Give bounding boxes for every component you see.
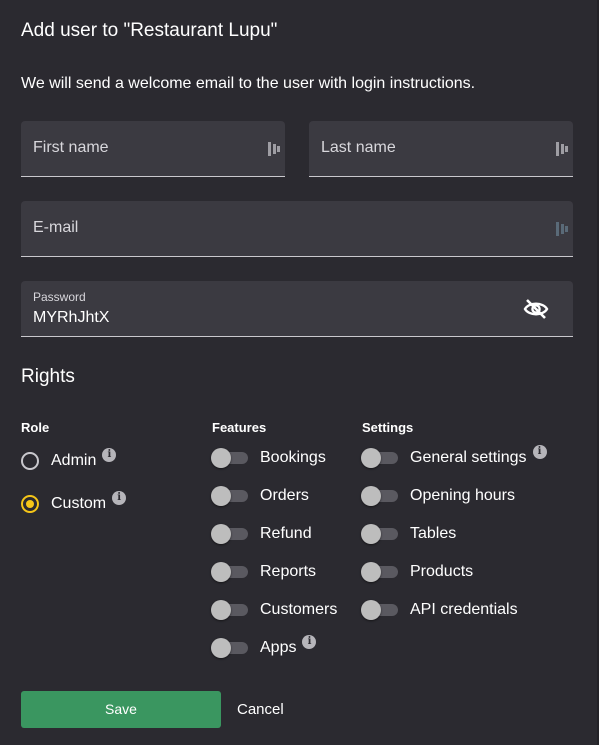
orders-label: Orders	[260, 487, 309, 504]
first-name-placeholder: First name	[33, 139, 109, 156]
customers-label: Customers	[260, 601, 338, 618]
settings-heading: Settings	[362, 420, 414, 435]
apps-toggle[interactable]	[211, 638, 249, 658]
password-value: MYRhJhtX	[33, 309, 110, 326]
feature-orders[interactable]: Orders	[211, 484, 309, 508]
save-button[interactable]: Save	[21, 691, 221, 728]
features-heading: Features	[212, 420, 267, 435]
reports-toggle[interactable]	[211, 562, 249, 582]
refund-toggle[interactable]	[211, 524, 249, 544]
role-option-custom[interactable]: Custom i	[21, 491, 127, 516]
customers-toggle[interactable]	[211, 600, 249, 620]
password-manager-icon[interactable]	[267, 141, 281, 157]
password-manager-icon[interactable]	[555, 221, 569, 237]
refund-label: Refund	[260, 525, 312, 542]
tables-label: Tables	[410, 525, 457, 542]
admin-radio[interactable]	[21, 452, 39, 470]
general-settings-toggle[interactable]	[361, 448, 399, 468]
products-toggle[interactable]	[361, 562, 399, 582]
add-user-dialog: Add user to "Restaurant Lupu" We will se…	[0, 0, 599, 745]
custom-radio[interactable]	[21, 495, 39, 513]
opening-hours-toggle[interactable]	[361, 486, 399, 506]
last-name-placeholder: Last name	[321, 139, 396, 156]
bookings-toggle[interactable]	[211, 448, 249, 468]
eye-off-icon[interactable]	[523, 298, 549, 320]
setting-api-credentials[interactable]: API credentials	[361, 598, 518, 622]
setting-products[interactable]: Products	[361, 560, 473, 584]
api-credentials-toggle[interactable]	[361, 600, 399, 620]
first-name-field[interactable]: First name	[21, 121, 285, 177]
email-placeholder: E-mail	[33, 219, 79, 236]
role-heading: Role	[21, 420, 50, 435]
bookings-label: Bookings	[260, 449, 326, 466]
email-field[interactable]: E-mail	[21, 201, 573, 257]
custom-label: Custom	[51, 495, 107, 512]
apps-label: Apps	[260, 639, 297, 656]
tables-toggle[interactable]	[361, 524, 399, 544]
rights-heading: Rights	[21, 366, 75, 387]
feature-refund[interactable]: Refund	[211, 522, 312, 546]
admin-label: Admin	[51, 452, 97, 469]
orders-toggle[interactable]	[211, 486, 249, 506]
api-credentials-label: API credentials	[410, 601, 518, 618]
setting-opening-hours[interactable]: Opening hours	[361, 484, 515, 508]
opening-hours-label: Opening hours	[410, 487, 515, 504]
info-icon[interactable]: i	[102, 448, 117, 462]
cancel-button[interactable]: Cancel	[237, 691, 284, 728]
feature-apps[interactable]: Apps i	[211, 635, 317, 660]
info-icon[interactable]: i	[532, 445, 547, 459]
last-name-field[interactable]: Last name	[309, 121, 573, 177]
info-icon[interactable]: i	[112, 491, 127, 505]
reports-label: Reports	[260, 563, 317, 580]
feature-customers[interactable]: Customers	[211, 598, 337, 622]
general-settings-label: General settings	[410, 449, 527, 466]
info-icon[interactable]: i	[302, 635, 317, 649]
password-field[interactable]: Password MYRhJhtX	[21, 281, 573, 337]
password-label: Password	[33, 290, 86, 304]
feature-bookings[interactable]: Bookings	[211, 446, 326, 470]
feature-reports[interactable]: Reports	[211, 560, 316, 584]
role-option-admin[interactable]: Admin i	[21, 448, 117, 473]
password-manager-icon[interactable]	[555, 141, 569, 157]
dialog-title: Add user to "Restaurant Lupu"	[21, 20, 278, 41]
products-label: Products	[410, 563, 474, 580]
setting-tables[interactable]: Tables	[361, 522, 456, 546]
dialog-subtitle: We will send a welcome email to the user…	[21, 75, 476, 92]
setting-general-settings[interactable]: General settings i	[361, 445, 547, 470]
